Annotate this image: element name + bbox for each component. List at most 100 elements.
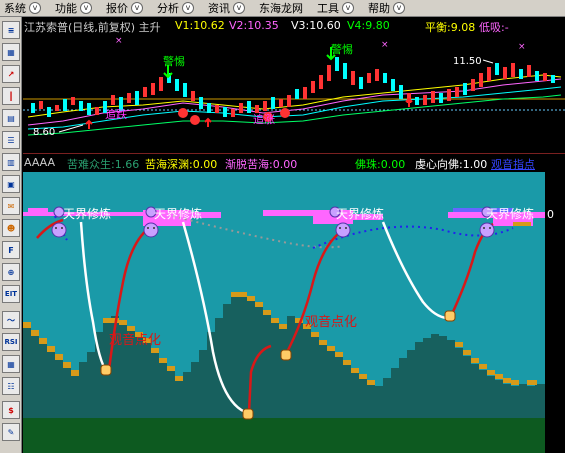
candle xyxy=(511,63,515,77)
kline-icon[interactable]: ┃ xyxy=(2,87,20,105)
eit-icon[interactable]: EIT xyxy=(2,285,20,303)
candle xyxy=(271,97,275,109)
dianhua-label: 观音点化 xyxy=(305,314,357,330)
v3-value: V3:10.60 xyxy=(291,19,341,32)
doc-icon[interactable]: ▥ xyxy=(2,153,20,171)
candle xyxy=(447,89,451,101)
menu-news[interactable]: 资讯 v xyxy=(204,0,249,16)
candle xyxy=(151,83,155,95)
candle xyxy=(463,83,467,95)
kuhai-value: 苦海深渊:0.00 xyxy=(145,158,218,171)
people-icon[interactable]: ☻ xyxy=(2,219,20,237)
search-icon[interactable]: ⊕ xyxy=(2,263,20,281)
dixi-value: 低吸:- xyxy=(479,21,509,34)
menu-help-label: 帮助 xyxy=(368,2,390,15)
jingti-label-1: 警惕 xyxy=(163,54,185,68)
indicator-chart[interactable]: 天界修炼 天界修炼 天界修炼 天界修炼 观音点化 观音点化 xyxy=(23,172,545,453)
guanyin-link[interactable]: 观音指点 xyxy=(491,156,535,172)
v1-value: V1:10.62 xyxy=(175,19,225,32)
candle xyxy=(423,95,427,105)
candle xyxy=(215,105,219,113)
wave-icon[interactable]: 〜 xyxy=(2,311,20,329)
chevron-down-icon: v xyxy=(342,2,354,14)
signal-dot-icon xyxy=(178,108,188,118)
candle xyxy=(31,103,35,113)
menu-analysis[interactable]: 分析 v xyxy=(153,0,198,16)
candle xyxy=(135,91,139,105)
list-icon[interactable]: ☰ xyxy=(2,131,20,149)
candle xyxy=(527,65,531,77)
kline-svg: × × × 警惕 警惕 追跌 追涨 8.60 11.50 xyxy=(23,36,565,138)
candle xyxy=(311,81,315,93)
f10-icon[interactable]: F xyxy=(2,241,20,259)
candle xyxy=(415,97,419,105)
up-arrow-icon xyxy=(85,119,93,129)
candle xyxy=(327,65,331,81)
menu-donghai-label: 东海龙网 xyxy=(259,2,303,15)
candle xyxy=(487,67,491,81)
indicator-name: AAAA xyxy=(24,156,56,169)
v4-value: V4:9.80 xyxy=(347,19,390,32)
chart-icon[interactable]: ↗ xyxy=(2,65,20,83)
menu-function[interactable]: 功能 v xyxy=(51,0,96,16)
hand-pointer-icon xyxy=(242,408,254,420)
rsi-icon[interactable]: RSI xyxy=(2,333,20,351)
buddha-icon xyxy=(143,222,159,238)
candle xyxy=(359,77,363,89)
menu-donghai[interactable]: 东海龙网 xyxy=(255,0,307,16)
menu-help[interactable]: 帮助 v xyxy=(364,0,409,16)
signal-dot-icon xyxy=(280,108,290,118)
menu-system-label: 系统 xyxy=(4,2,26,15)
chevron-down-icon: v xyxy=(131,2,143,14)
qianxin-value: 虔心向佛:1.00 xyxy=(415,158,488,171)
table-icon[interactable]: ▦ xyxy=(2,355,20,373)
pinghen-value: 平衡:9.08 xyxy=(425,21,476,34)
indicator-header: AAAA 苦难众生:1.66 苦海深渊:0.00 渐脱苦海:0.00 佛珠:0.… xyxy=(23,155,565,171)
buddha-icon xyxy=(479,222,495,238)
candle xyxy=(391,79,395,91)
candle xyxy=(455,87,459,97)
indicator-svg: 天界修炼 天界修炼 天界修炼 天界修炼 观音点化 观音点化 xyxy=(23,172,545,453)
candle xyxy=(383,73,387,83)
chevron-down-icon: v xyxy=(393,2,405,14)
menu-quote[interactable]: 报价 v xyxy=(102,0,147,16)
candle xyxy=(175,79,179,91)
candle xyxy=(127,93,131,103)
candle xyxy=(519,69,523,79)
menu-system[interactable]: 系统 v xyxy=(0,0,45,16)
chevron-down-icon: v xyxy=(29,2,41,14)
signal-dot-icon xyxy=(190,115,200,125)
candle xyxy=(551,75,555,83)
list2-icon[interactable]: ☷ xyxy=(2,377,20,395)
kline-chart[interactable]: × × × 警惕 警惕 追跌 追涨 8.60 11.50 江苏索普(日线,前复权… xyxy=(23,17,565,153)
candle xyxy=(399,85,403,99)
dollar-icon[interactable]: $ xyxy=(2,401,20,419)
stock-title: 江苏索普(日线,前复权) 主升 xyxy=(24,21,161,34)
hand-pointer-icon xyxy=(100,364,112,376)
candle xyxy=(207,103,211,113)
up-arrow-icon xyxy=(204,117,212,127)
menu-quote-label: 报价 xyxy=(106,2,128,15)
candle xyxy=(239,103,243,113)
candle xyxy=(279,99,283,107)
price-low-label: 8.60 xyxy=(33,127,55,138)
calendar-icon[interactable]: ▣ xyxy=(2,175,20,193)
hand-pointer-icon xyxy=(444,310,456,322)
news-icon[interactable]: ▤ xyxy=(2,109,20,127)
menu-icon[interactable]: ≡ xyxy=(2,21,20,39)
kunan-value: 苦难众生:1.66 xyxy=(67,158,140,171)
axis-zero-label: 0 xyxy=(547,208,554,221)
tianjie-label: 天界修炼 xyxy=(63,206,111,221)
left-toolbar: ≡ ▦ ↗ ┃ ▤ ☰ ▥ ▣ ✉ ☻ F ⊕ EIT 〜 RSI ▦ ☷ $ … xyxy=(0,17,22,453)
tools-icon[interactable]: ✎ xyxy=(2,423,20,441)
menu-tools[interactable]: 工具 v xyxy=(313,0,358,16)
candle xyxy=(71,97,75,105)
candle xyxy=(47,107,51,117)
candle xyxy=(223,107,227,117)
grid-icon[interactable]: ▦ xyxy=(2,43,20,61)
chevron-down-icon: v xyxy=(182,2,194,14)
hand-pointer-icon xyxy=(280,349,292,361)
menu-tools-label: 工具 xyxy=(317,2,339,15)
info-icon[interactable]: ✉ xyxy=(2,197,20,215)
candle xyxy=(479,73,483,87)
